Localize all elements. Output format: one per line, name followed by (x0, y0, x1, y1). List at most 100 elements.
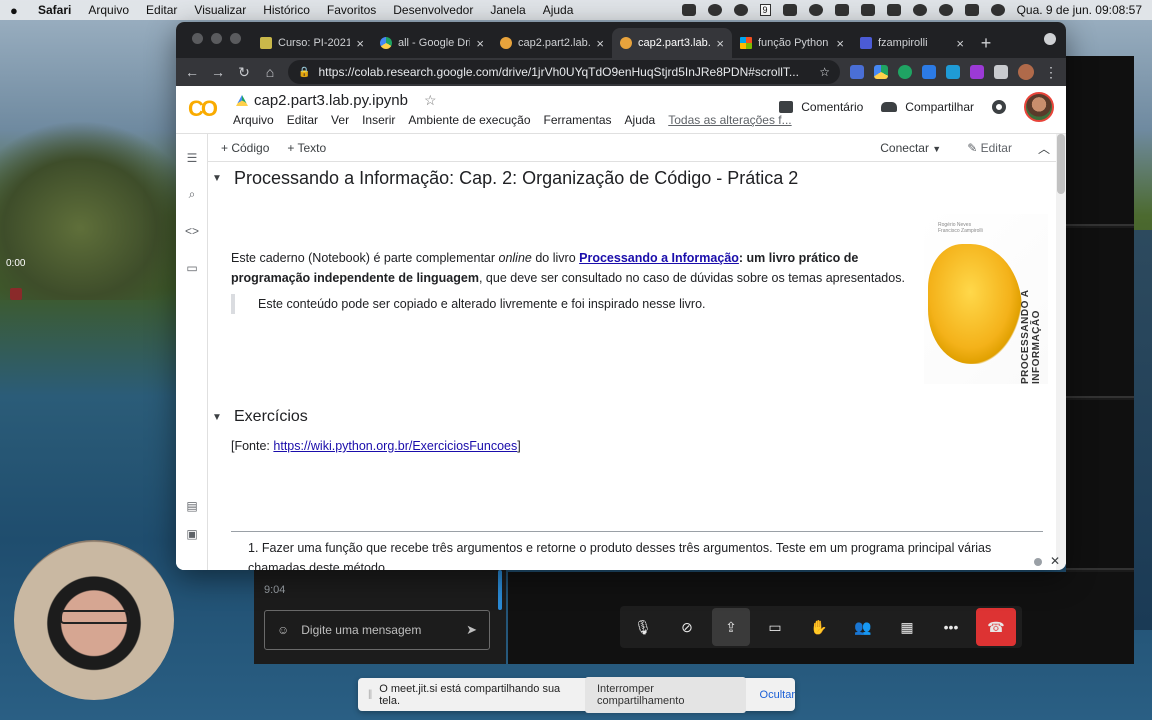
profile-avatar[interactable] (1018, 64, 1034, 80)
tab-funcao-python[interactable]: função Python × (732, 28, 852, 58)
minimize-window-button[interactable] (211, 33, 222, 44)
time-machine-icon[interactable] (808, 4, 823, 16)
participant-tile[interactable] (1066, 56, 1134, 226)
menubar-item-editar[interactable]: Editar (146, 3, 177, 17)
chat-icon[interactable]: ▭ (756, 608, 794, 646)
tab-search-icon[interactable] (1044, 33, 1056, 45)
user-avatar[interactable] (1024, 92, 1054, 122)
terminal-icon[interactable]: ▣ (185, 528, 199, 540)
notebook-title-text[interactable]: cap2.part3.lab.py.ipynb (254, 92, 408, 109)
dropbox-icon[interactable] (681, 4, 696, 16)
notebook-scrollbar[interactable] (1056, 134, 1066, 570)
comment-button[interactable]: Comentário (779, 100, 863, 114)
shield-extension-icon[interactable] (946, 65, 960, 79)
search-icon[interactable]: ⌕ (185, 188, 199, 200)
scrollbar-thumb[interactable] (1057, 134, 1065, 194)
calendar-icon[interactable]: 9 (759, 4, 771, 16)
menu-arquivo[interactable]: Arquivo (233, 113, 274, 127)
microphone-icon[interactable]: 🎙 (624, 608, 662, 646)
ghost-extension-icon[interactable] (970, 65, 984, 79)
menu-ver[interactable]: Ver (331, 113, 349, 127)
puzzle-extensions-icon[interactable] (994, 65, 1008, 79)
zoom-window-button[interactable] (230, 33, 241, 44)
more-options-icon[interactable]: ••• (932, 608, 970, 646)
menubar-item-arquivo[interactable]: Arquivo (88, 3, 129, 17)
wifi-icon[interactable] (912, 4, 927, 16)
browser-menu-icon[interactable]: ⋮ (1044, 64, 1058, 81)
bluetooth-icon[interactable] (860, 4, 875, 16)
close-status-icon[interactable]: ✕ (1050, 554, 1060, 568)
close-tab-icon[interactable]: × (596, 36, 604, 51)
status-icon[interactable] (707, 4, 722, 16)
hide-notice-button[interactable]: Ocultar (760, 689, 795, 701)
tab-curso[interactable]: Curso: PI-2021 × (252, 28, 372, 58)
chat-input[interactable]: ☺ Digite uma mensagem ➤ (264, 610, 490, 650)
grammar-extension-icon[interactable] (898, 65, 912, 79)
menubar-item-visualizar[interactable]: Visualizar (194, 3, 246, 17)
tab-google-drive[interactable]: all - Google Drive × (372, 28, 492, 58)
lock-icon[interactable]: 🔒 (298, 67, 310, 78)
save-status-link[interactable]: Todas as alterações f... (668, 113, 791, 127)
code-snippets-icon[interactable]: <> (185, 225, 199, 237)
close-tab-icon[interactable]: × (476, 36, 484, 51)
bird-extension-icon[interactable] (922, 65, 936, 79)
search-icon[interactable] (938, 4, 953, 16)
menubar-item-historico[interactable]: Histórico (263, 3, 310, 17)
gear-status-icon[interactable] (733, 4, 748, 16)
menubar-item-desenvolvedor[interactable]: Desenvolvedor (393, 3, 473, 17)
menubar-app-name[interactable]: Safari (38, 3, 71, 17)
menu-editar[interactable]: Editar (287, 113, 318, 127)
book-link[interactable]: Processando a Informação (579, 251, 739, 265)
send-icon[interactable]: ➤ (466, 622, 477, 638)
apple-icon[interactable]: ● (10, 3, 24, 18)
close-window-button[interactable] (192, 33, 203, 44)
close-tab-icon[interactable]: × (356, 36, 364, 51)
source-link[interactable]: https://wiki.python.org.br/ExerciciosFun… (273, 439, 517, 453)
address-bar[interactable]: 🔒 https://colab.research.google.com/driv… (288, 60, 840, 84)
chat-scrollbar[interactable] (498, 570, 502, 610)
camera-off-icon[interactable]: ⊘ (668, 608, 706, 646)
settings-gear-icon[interactable] (992, 100, 1006, 114)
translate-extension-icon[interactable] (850, 65, 864, 79)
participants-icon[interactable]: 👥 (844, 608, 882, 646)
volume-icon[interactable] (834, 4, 849, 16)
home-icon[interactable]: ⌂ (262, 64, 278, 80)
collapse-caret-icon[interactable]: ▼ (212, 412, 224, 423)
control-center-icon[interactable] (964, 4, 979, 16)
star-icon[interactable]: ☆ (424, 92, 437, 109)
tab-cap2-part3[interactable]: cap2.part3.lab.ipynb × (612, 28, 732, 58)
menu-inserir[interactable]: Inserir (362, 113, 395, 127)
participant-tile[interactable] (1066, 400, 1134, 570)
back-icon[interactable]: ← (184, 64, 200, 80)
close-tab-icon[interactable]: × (716, 36, 724, 51)
siri-icon[interactable] (990, 4, 1005, 16)
tile-view-icon[interactable]: ▦ (888, 608, 926, 646)
raise-hand-icon[interactable]: ✋ (800, 608, 838, 646)
emoji-icon[interactable]: ☺ (277, 623, 289, 637)
colab-logo[interactable]: CO (188, 96, 218, 122)
reload-icon[interactable]: ↻ (236, 64, 252, 81)
menu-ajuda[interactable]: Ajuda (625, 113, 656, 127)
cloud-icon[interactable] (782, 4, 797, 16)
menu-ferramentas[interactable]: Ferramentas (544, 113, 612, 127)
share-button[interactable]: Compartilhar (881, 100, 974, 114)
battery-icon[interactable] (886, 4, 901, 16)
drag-handle-icon[interactable]: || (368, 689, 372, 700)
forward-icon[interactable]: → (210, 64, 226, 80)
tab-fzampirolli[interactable]: fzampirolli × (852, 28, 972, 58)
close-tab-icon[interactable]: × (956, 36, 964, 51)
collapse-caret-icon[interactable]: ▼ (212, 173, 224, 184)
close-tab-icon[interactable]: × (836, 36, 844, 51)
command-palette-icon[interactable]: ▤ (185, 500, 199, 512)
bookmark-star-icon[interactable]: ☆ (819, 65, 830, 79)
stop-sharing-button[interactable]: Interromper compartilhamento (585, 676, 746, 713)
screenshare-icon[interactable]: ⇪ (712, 608, 750, 646)
drive-extension-icon[interactable] (874, 65, 888, 79)
new-tab-button[interactable]: + (972, 28, 1000, 58)
record-stop-button[interactable] (10, 288, 22, 300)
menubar-item-ajuda[interactable]: Ajuda (543, 3, 574, 17)
menubar-item-janela[interactable]: Janela (490, 3, 525, 17)
table-of-contents-icon[interactable]: ☰ (185, 152, 199, 164)
hangup-icon[interactable]: ☎ (976, 608, 1016, 646)
menubar-item-favoritos[interactable]: Favoritos (327, 3, 376, 17)
